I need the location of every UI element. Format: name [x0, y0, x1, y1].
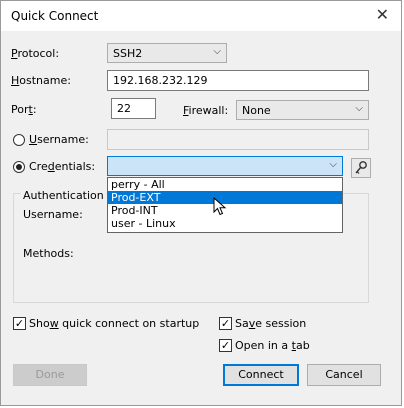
- port-label: Port:: [11, 103, 37, 116]
- username-radio[interactable]: [13, 134, 25, 146]
- credentials-radio-label: Credentials:: [29, 160, 96, 173]
- authentication-group-title: Authentication: [21, 189, 106, 202]
- credentials-radio[interactable]: [13, 161, 25, 173]
- firewall-select[interactable]: None ⌵: [236, 100, 369, 120]
- close-icon[interactable]: ✕: [376, 5, 389, 24]
- hostname-input[interactable]: 192.168.232.129: [107, 70, 369, 91]
- username-input[interactable]: [107, 129, 369, 150]
- protocol-value: SSH2: [113, 47, 143, 60]
- radio-selected-dot: [16, 164, 22, 170]
- window-title: Quick Connect: [11, 9, 99, 23]
- chevron-down-icon: ⌵: [355, 103, 363, 114]
- manage-credentials-button[interactable]: [351, 158, 371, 178]
- save-session-label: Save session: [235, 317, 307, 330]
- open-in-tab-label: Open in a tab: [235, 339, 310, 352]
- chevron-down-icon: ⌵: [329, 159, 337, 170]
- title-bar: Quick Connect ✕: [1, 1, 401, 31]
- show-quick-connect-label: Show quick connect on startup: [29, 317, 200, 330]
- chevron-down-icon: ⌵: [213, 46, 221, 57]
- username-radio-label: Username:: [29, 133, 89, 146]
- firewall-label: Firewall:: [183, 104, 229, 117]
- port-input[interactable]: 22: [111, 98, 156, 119]
- credentials-select[interactable]: ⌵: [107, 156, 343, 176]
- save-session-checkbox[interactable]: ✓: [219, 317, 232, 330]
- key-icon: [355, 161, 367, 174]
- hostname-label: Hostname:: [11, 74, 71, 87]
- protocol-label: Protocol:: [11, 47, 60, 60]
- show-quick-connect-checkbox[interactable]: ✓: [13, 317, 26, 330]
- protocol-select[interactable]: SSH2 ⌵: [107, 43, 227, 63]
- mouse-pointer-icon: [213, 197, 227, 216]
- quick-connect-dialog: Quick Connect ✕ Protocol: SSH2 ⌵ Hostnam…: [0, 0, 402, 406]
- cancel-button[interactable]: Cancel: [307, 364, 381, 386]
- dropdown-option[interactable]: perry - All: [108, 178, 342, 191]
- open-in-tab-checkbox[interactable]: ✓: [219, 339, 232, 352]
- done-button[interactable]: Done: [13, 364, 87, 386]
- dropdown-option[interactable]: user - Linux: [108, 217, 342, 230]
- firewall-value: None: [242, 104, 271, 117]
- connect-button[interactable]: Connect: [223, 364, 299, 386]
- auth-methods-label: Methods:: [23, 247, 74, 260]
- auth-username-label: Username:: [23, 208, 83, 221]
